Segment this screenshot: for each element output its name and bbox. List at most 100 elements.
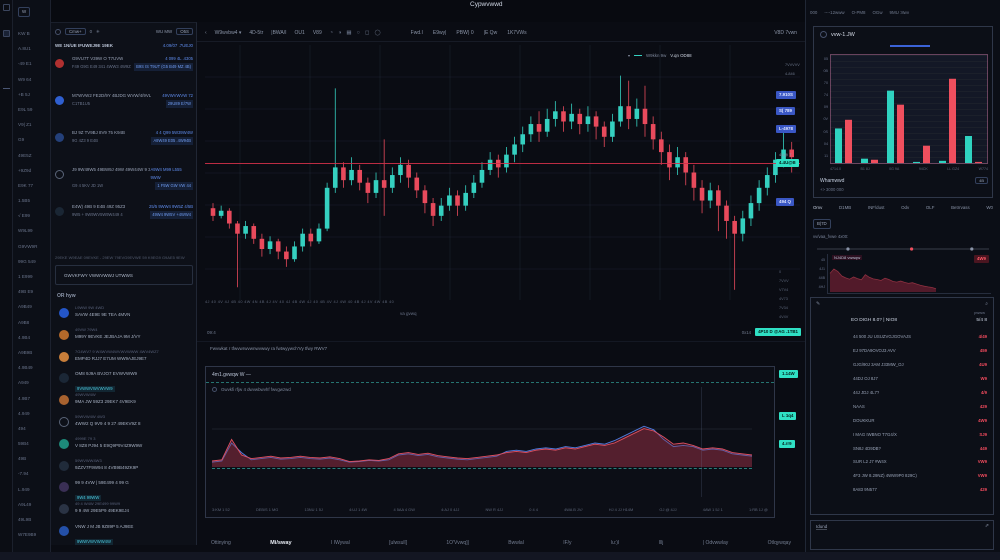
table-row[interactable]: SN8J 4D9DB?449: [811, 441, 995, 455]
ticker-item[interactable]: 49L9B: [13, 512, 51, 527]
feed-item[interactable]: 99 9 4VW | 59E499 4 99 G9W4 99WW: [51, 479, 197, 501]
toolbar-item[interactable]: E9wy|: [433, 30, 447, 36]
ticker-item[interactable]: G9VW9R: [13, 239, 51, 254]
toolbar-item[interactable]: V89: [313, 30, 322, 36]
table-row[interactable]: 44DJ OJ 8J7W9: [811, 372, 995, 386]
ticker-item[interactable]: 99G 549: [13, 254, 51, 269]
ticker-item[interactable]: √ E99: [13, 208, 51, 223]
feed-item[interactable]: 49VW 79W4M99Y 9EVKE JEJBAJA 9M J/VY9WWVW…: [51, 327, 197, 349]
ticker-item[interactable]: E9K 77: [13, 178, 51, 193]
ticker-item[interactable]: KW B: [13, 26, 51, 41]
feed-section-card[interactable]: GWVKFWY VWWVWWJ UTWWS: [55, 265, 193, 285]
feed-item[interactable]: 49WVW4W9MA JW 59Z3 29EK7 4V9EK99WVWVWVWV…: [51, 392, 197, 414]
bar-chart-svg[interactable]: [831, 55, 987, 163]
bar-footer-badge[interactable]: 4B: [975, 177, 988, 184]
table-row[interactable]: 8A83 9N577429: [811, 483, 995, 497]
feed-item[interactable]: 49 4 W4W 29E499 99W99 9 4W 29E5P9 49EK9E…: [51, 501, 197, 523]
collapse-icon[interactable]: [3, 88, 10, 89]
toolbar-icon[interactable]: ▦: [346, 30, 351, 36]
ticker-item[interactable]: 4.9B49: [13, 360, 51, 375]
bottom-tab[interactable]: [ulwsull]: [389, 540, 407, 546]
ticker-item[interactable]: W9 64: [13, 72, 51, 87]
panel-icon[interactable]: [3, 30, 10, 37]
ticker-item[interactable]: 49B: [13, 451, 51, 466]
feed-item[interactable]: L9WW 9W 4WDSAVW 4E9E 9E TEA 4MVN9VW PWVW…: [51, 305, 197, 327]
feed-item[interactable]: 59WVW4W 4W34WW2 Q 9V9 4 9 27 49EKV9Z 89 …: [51, 414, 197, 436]
bottom-tab[interactable]: Ottinying: [211, 540, 231, 546]
top-nav-link[interactable]: OGw: [872, 10, 882, 15]
ticker-item[interactable]: -49 E1: [13, 56, 51, 71]
ticker-item[interactable]: 49B E9: [13, 284, 51, 299]
lower-area-svg[interactable]: [212, 403, 752, 469]
toolbar-item[interactable]: OU1: [295, 30, 305, 36]
ticker-item[interactable]: -7.94: [13, 466, 51, 481]
toolbar-item[interactable]: 4D-5tr: [249, 30, 263, 36]
ticker-item[interactable]: A9B8: [13, 315, 51, 330]
ticker-item[interactable]: 59B4: [13, 436, 51, 451]
right-tab[interactable]: Omv: [813, 205, 822, 210]
top-nav-link[interactable]: 000: [810, 10, 817, 15]
ticker-item[interactable]: +B 5J: [13, 87, 51, 102]
table-row[interactable]: DOUKKUR4W9: [811, 413, 995, 427]
right-tab[interactable]: D1MB: [839, 205, 851, 210]
ticker-item[interactable]: A949: [13, 375, 51, 390]
back-icon[interactable]: ‹: [205, 30, 207, 36]
right-tab[interactable]: INF/dust: [868, 205, 885, 210]
chart-toolbar-right[interactable]: V8D 7vwn: [774, 30, 797, 36]
table-row[interactable]: 44 500 JU USUZVGJGOVAJS4/49: [811, 330, 995, 344]
ticker-item[interactable]: A.8U1: [13, 41, 51, 56]
bottom-tab[interactable]: Illj: [659, 540, 664, 546]
bottom-tab[interactable]: 1O'Vvwq]|: [446, 540, 469, 546]
watchlist-row[interactable]: BJ 9Z TV9BJ 8V9 75 K94B4 4 Q99 5W39W4W9G…: [51, 127, 197, 164]
ticker-item[interactable]: V9| Z1: [13, 117, 51, 132]
top-nav-link[interactable]: 9MU :8wv: [890, 10, 910, 15]
table-row[interactable]: 4F3 JW 8.29NZ) 4WW9P0 829C)VW9: [811, 469, 995, 483]
ticker-item[interactable]: E9L 59: [13, 102, 51, 117]
bottom-tab[interactable]: Otlqywqay: [768, 540, 791, 546]
bottom-tab[interactable]: I IWywal: [331, 540, 350, 546]
table-row[interactable]: I MAG IWBNO T7G4/XSJ9: [811, 427, 995, 441]
right-tab[interactable]: OLF: [926, 205, 935, 210]
watchlist-right-chip[interactable]: O5S: [176, 28, 193, 35]
ticker-item[interactable]: L.949: [13, 482, 51, 497]
watchlist-row[interactable]: G9VU7T V39W O T7UVW4 099 4L .4305F49 G9G…: [51, 53, 197, 90]
feed-item[interactable]: VNW J M JB 9Z89P 5 AJ9EE9WWVWVWW4W: [51, 523, 197, 545]
menu-icon[interactable]: [3, 4, 10, 11]
period-button[interactable]: B|7D: [813, 219, 831, 229]
ticker-item[interactable]: W7E9B9: [13, 527, 51, 542]
feed-item[interactable]: OM8 9J9A BVJO7 EVWVWW99VWWVWVWVW9: [51, 370, 197, 392]
ticker-item[interactable]: W9L99: [13, 223, 51, 238]
toolbar-item[interactable]: 1K7VWs: [507, 30, 526, 36]
table-row[interactable]: GJG/90J 3AM J33MW_OJ4U9: [811, 358, 995, 372]
ticker-item[interactable]: A9B49: [13, 299, 51, 314]
ticker-item[interactable]: G9: [13, 132, 51, 147]
bottom-tab-active[interactable]: Mi/sway: [270, 540, 291, 546]
right-tab[interactable]: W0: [986, 205, 993, 210]
toolbar-item[interactable]: Fwd.I: [411, 30, 423, 36]
table-row[interactable]: EJ 97DA9OVOJ3 AVV459: [811, 344, 995, 358]
ticker-item[interactable]: A9L49: [13, 497, 51, 512]
toolbar-item[interactable]: PBW) 0: [456, 30, 473, 36]
table-row[interactable]: NAAS429: [811, 399, 995, 413]
ticker-item[interactable]: 1 E999: [13, 269, 51, 284]
ticker-item[interactable]: +9Z9d: [13, 163, 51, 178]
feed-item[interactable]: 59WVWW4W39ZZV7F9W94 8 4VB9B49ZK9P9W999: [51, 458, 197, 480]
top-nav-link[interactable]: O-PM8: [852, 10, 866, 15]
bottom-tab[interactable]: lu:)I: [611, 540, 619, 546]
feed-link[interactable]: 9WWVWVWW4W: [75, 539, 113, 545]
watchlist-row[interactable]: J9 9W49W5 49BW9J 49W 49W44W 9 3A9W4 M99 …: [51, 164, 197, 201]
bottom-tab[interactable]: IF/y: [563, 540, 571, 546]
pencil-icon[interactable]: ✎: [816, 301, 820, 307]
right-tab[interactable]: Betrrvass: [951, 205, 970, 210]
ticker-item[interactable]: 4.949: [13, 406, 51, 421]
bottom-tab[interactable]: Bwwlal: [508, 540, 524, 546]
toolbar-icon[interactable]: ◑: [338, 30, 341, 36]
ticker-item[interactable]: A9B9B: [13, 345, 51, 360]
right-tab[interactable]: Odv: [901, 205, 909, 210]
toolbar-icon[interactable]: ◔: [330, 30, 333, 36]
main-chart-svg[interactable]: [205, 45, 800, 300]
toolbar-item[interactable]: W9wvbw4 ▾: [215, 30, 242, 36]
top-nav-link[interactable]: ----12www: [824, 10, 844, 15]
bottom-tab[interactable]: | Odvwwlay: [703, 540, 728, 546]
feed-item[interactable]: 4999E 79 3V 8Z8 PJ94 5 E9Q9P9V4Z9W9W9WWW…: [51, 436, 197, 458]
